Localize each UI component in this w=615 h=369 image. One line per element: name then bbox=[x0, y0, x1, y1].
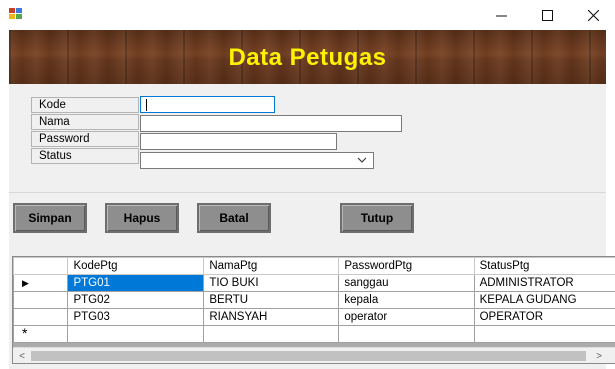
new-row-indicator[interactable]: * bbox=[13, 325, 69, 343]
title-bar bbox=[0, 0, 615, 30]
batal-button[interactable]: Batal bbox=[197, 203, 271, 233]
table-cell[interactable]: OPERATOR bbox=[473, 308, 615, 326]
table-cell[interactable] bbox=[203, 325, 340, 343]
kode-input[interactable] bbox=[140, 96, 275, 113]
header-banner: Data Petugas bbox=[9, 30, 606, 84]
close-icon bbox=[587, 9, 599, 21]
table-cell[interactable] bbox=[338, 325, 475, 343]
column-header-namaptg[interactable]: NamaPtg bbox=[203, 257, 340, 275]
horizontal-scrollbar[interactable]: < > bbox=[13, 347, 615, 363]
close-window-button[interactable] bbox=[570, 0, 615, 30]
page-title: Data Petugas bbox=[228, 44, 387, 71]
table-cell[interactable]: operator bbox=[338, 308, 475, 326]
status-dropdown[interactable] bbox=[140, 152, 374, 169]
maximize-icon bbox=[541, 9, 553, 21]
table-cell[interactable]: KEPALA GUDANG bbox=[473, 291, 615, 309]
tutup-button[interactable]: Tutup bbox=[340, 203, 414, 233]
table-cell[interactable]: PTG01 bbox=[67, 274, 205, 292]
text-caret bbox=[146, 99, 147, 111]
simpan-button[interactable]: Simpan bbox=[13, 203, 87, 233]
new-row[interactable]: * bbox=[13, 325, 615, 343]
column-header-statusptg[interactable]: StatusPtg bbox=[473, 257, 615, 275]
hapus-button[interactable]: Hapus bbox=[105, 203, 179, 233]
kode-label: Kode bbox=[31, 97, 139, 113]
petugas-form: Kode Nama Password Status bbox=[9, 84, 606, 192]
table-cell[interactable]: sanggau bbox=[338, 274, 475, 292]
scroll-right-icon[interactable]: > bbox=[591, 350, 607, 362]
button-bar: Simpan Hapus Batal Tutup bbox=[9, 192, 606, 240]
table-row[interactable]: PTG02 BERTU kepala KEPALA GUDANG bbox=[13, 291, 615, 309]
table-cell[interactable]: PTG03 bbox=[67, 308, 205, 326]
maximize-button[interactable] bbox=[524, 0, 570, 30]
minimize-button[interactable] bbox=[478, 0, 524, 30]
table-cell[interactable] bbox=[473, 325, 615, 343]
grid-header-row: KodePtg NamaPtg PasswordPtg StatusPtg bbox=[13, 257, 615, 275]
current-row-arrow-icon: ▶ bbox=[22, 278, 29, 288]
table-cell[interactable]: BERTU bbox=[203, 291, 340, 309]
table-row[interactable]: ▶ PTG01 TIO BUKI sanggau ADMINISTRATOR bbox=[13, 274, 615, 292]
row-header[interactable] bbox=[13, 308, 69, 326]
column-header-kodeptg[interactable]: KodePtg bbox=[67, 257, 205, 275]
password-input[interactable] bbox=[140, 133, 337, 150]
row-header[interactable] bbox=[13, 291, 69, 309]
minimize-icon bbox=[495, 15, 507, 16]
nama-input[interactable] bbox=[140, 115, 402, 132]
grid-area: KodePtg NamaPtg PasswordPtg StatusPtg ▶ … bbox=[9, 240, 615, 369]
table-cell[interactable]: kepala bbox=[338, 291, 475, 309]
row-header-corner bbox=[13, 257, 69, 275]
table-cell[interactable]: TIO BUKI bbox=[203, 274, 340, 292]
table-cell[interactable]: ADMINISTRATOR bbox=[473, 274, 615, 292]
app-form-icon[interactable] bbox=[9, 8, 23, 20]
new-row-asterisk-icon: * bbox=[22, 325, 28, 341]
grid-table: KodePtg NamaPtg PasswordPtg StatusPtg ▶ … bbox=[13, 257, 615, 343]
nama-label: Nama bbox=[31, 114, 139, 130]
column-header-passwordptg[interactable]: PasswordPtg bbox=[338, 257, 475, 275]
table-cell[interactable]: RIANSYAH bbox=[203, 308, 340, 326]
status-label: Status bbox=[31, 148, 139, 164]
chevron-down-icon bbox=[357, 157, 367, 163]
password-label: Password bbox=[31, 131, 139, 147]
scrollbar-thumb[interactable] bbox=[31, 351, 586, 361]
scroll-left-icon[interactable]: < bbox=[14, 350, 30, 362]
table-cell[interactable]: PTG02 bbox=[67, 291, 205, 309]
table-row[interactable]: PTG03 RIANSYAH operator OPERATOR bbox=[13, 308, 615, 326]
petugas-datagrid[interactable]: KodePtg NamaPtg PasswordPtg StatusPtg ▶ … bbox=[12, 256, 615, 364]
table-cell[interactable] bbox=[67, 325, 205, 343]
current-row-indicator[interactable]: ▶ bbox=[13, 274, 69, 292]
